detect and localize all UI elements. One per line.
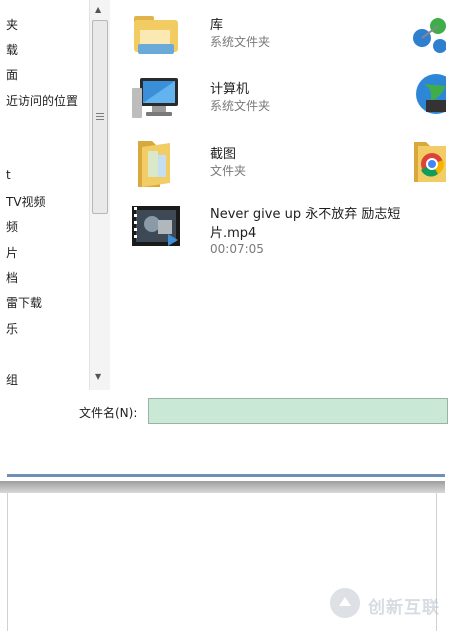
watermark-text: 创新互联 [368, 598, 440, 618]
nav-item-favorites[interactable]: 夹 [6, 16, 18, 33]
nav-item-homegroup[interactable]: 组 [6, 371, 18, 388]
nav-item-video[interactable]: 频 [6, 218, 18, 235]
scrollbar-thumb[interactable] [92, 20, 108, 214]
nav-item-desktop[interactable]: 面 [6, 66, 18, 83]
file-item-computer[interactable]: 计算机 系统文件夹 [130, 72, 410, 128]
scroll-down-arrow-icon[interactable]: ▼ [95, 372, 101, 381]
file-type: 系统文件夹 [210, 35, 271, 49]
file-item-screenshots[interactable]: 截图 文件夹 [130, 137, 410, 193]
scroll-up-arrow-icon[interactable]: ▲ [95, 5, 101, 14]
computer-icon [132, 78, 178, 118]
filename-label: 文件名(N): [79, 406, 138, 420]
nav-item-music[interactable]: 乐 [6, 320, 18, 337]
video-duration: 00:07:05 [210, 242, 264, 256]
library-folder-icon [134, 16, 178, 54]
file-item-video[interactable]: Never give up 永不放弃 励志短 片.mp4 00:07:05 [130, 200, 420, 260]
nav-item-thunder-downloads[interactable]: 雷下载 [6, 294, 42, 311]
file-name: 计算机 [210, 82, 250, 97]
navigation-pane: 夹 载 面 近访问的位置 t TV视频 频 片 档 雷下载 乐 组 [0, 0, 90, 390]
file-list: 库 系统文件夹 计算机 系统文件夹 截图 文件夹 Never give up 永… [110, 0, 446, 390]
nav-item-downloads[interactable]: 载 [6, 41, 18, 58]
window-divider [0, 481, 445, 493]
file-name-line2: 片.mp4 [210, 226, 257, 241]
file-item-library[interactable]: 库 系统文件夹 [130, 8, 410, 64]
nav-item-tv-video[interactable]: TV视频 [6, 193, 46, 210]
nav-item-partial[interactable]: t [6, 168, 11, 182]
filename-input[interactable] [148, 398, 448, 424]
file-type: 系统文件夹 [210, 99, 271, 113]
nav-item-recent-places[interactable]: 近访问的位置 [6, 92, 78, 109]
network-icon[interactable] [410, 12, 446, 56]
nav-item-documents[interactable]: 档 [6, 269, 18, 286]
watermark-logo-icon [330, 588, 360, 618]
file-name: 截图 [210, 147, 237, 162]
save-dialog: 夹 载 面 近访问的位置 t TV视频 频 片 档 雷下载 乐 组 ▲ ▼ 库 … [0, 0, 465, 478]
file-type: 文件夹 [210, 164, 247, 178]
globe-icon[interactable] [410, 72, 446, 116]
scrollbar-grip-icon [96, 113, 104, 114]
nav-scrollbar[interactable]: ▲ ▼ [89, 0, 110, 390]
chrome-folder-icon[interactable] [410, 138, 446, 182]
dialog-frame-bottom [7, 474, 445, 477]
nav-item-pictures[interactable]: 片 [6, 244, 18, 261]
file-name-line1: Never give up 永不放弃 励志短 [210, 207, 401, 222]
folder-icon [138, 141, 170, 187]
video-thumbnail-icon [132, 206, 180, 246]
watermark: 创新互联 [330, 588, 460, 618]
file-name: 库 [210, 18, 224, 33]
